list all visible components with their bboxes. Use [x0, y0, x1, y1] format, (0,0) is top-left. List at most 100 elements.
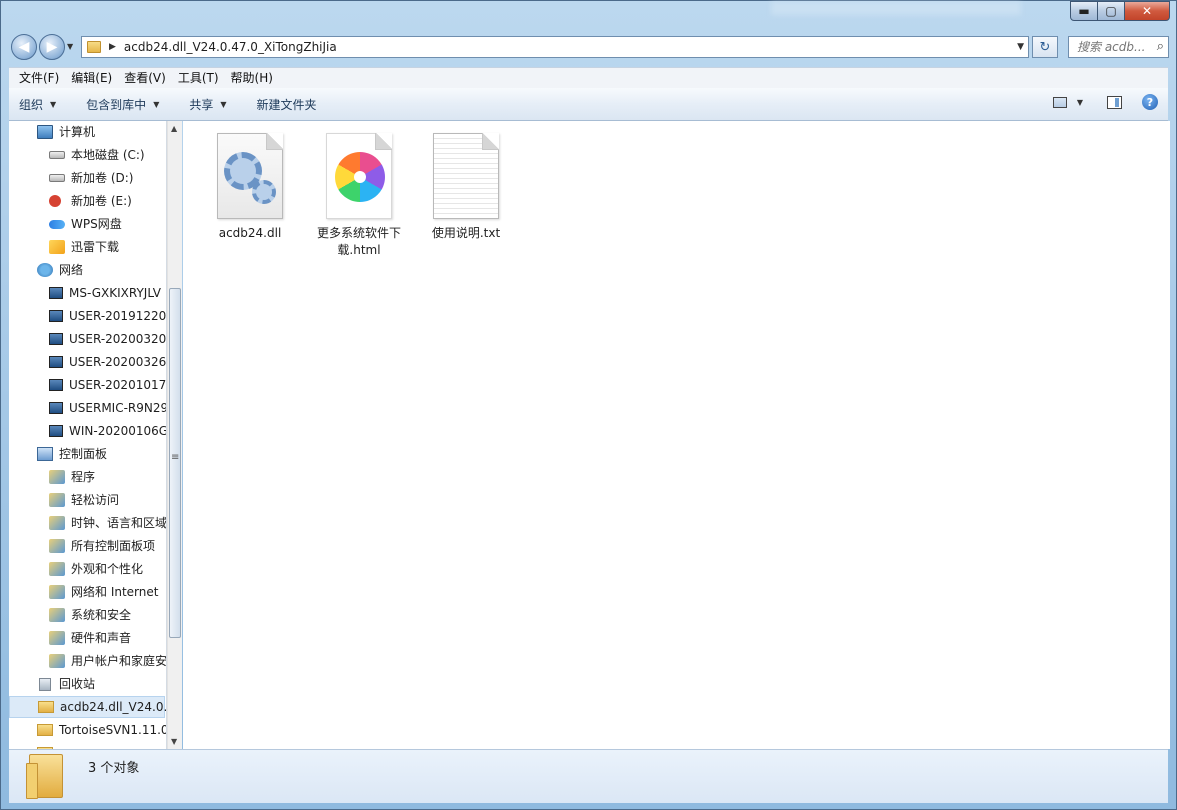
- folder-icon: [26, 754, 63, 799]
- back-button[interactable]: ◀: [11, 34, 37, 60]
- nav-item-programs[interactable]: 程序: [49, 466, 95, 488]
- nav-item-pc[interactable]: USER-20191220I: [49, 305, 166, 327]
- title-bar-blur: [771, 1, 1021, 15]
- window-controls: ▬ ▢ ✕: [1070, 1, 1170, 21]
- breadcrumb-arrow-icon[interactable]: ▶: [109, 42, 116, 52]
- cloud-icon: [49, 219, 65, 229]
- pc-icon: [49, 425, 63, 437]
- forward-button[interactable]: ▶: [39, 34, 65, 60]
- nav-item-thunder-downloads[interactable]: 迅雷下载: [49, 236, 119, 258]
- nav-item-drive-c[interactable]: 本地磁盘 (C:): [49, 144, 145, 166]
- change-view-icon[interactable]: [1052, 96, 1067, 108]
- nav-item-pc[interactable]: USER-20201017I: [49, 374, 166, 396]
- network-icon: [37, 263, 53, 277]
- nav-item-all-control-panel[interactable]: 所有控制面板项: [49, 535, 155, 557]
- computer-icon: [37, 125, 53, 139]
- maximize-button[interactable]: ▢: [1097, 1, 1125, 21]
- details-pane: 3 个对象: [9, 749, 1168, 803]
- address-path[interactable]: acdb24.dll_V24.0.47.0_XiTongZhiJia: [124, 40, 337, 54]
- nav-item-hardware-sound[interactable]: 硬件和声音: [49, 627, 131, 649]
- preview-pane-icon[interactable]: [1107, 95, 1122, 109]
- nav-item-label: 用户帐户和家庭安: [71, 654, 167, 668]
- share-label: 共享: [189, 97, 214, 112]
- nav-item-label: 时钟、语言和区域: [71, 516, 167, 530]
- file-item-txt[interactable]: 使用说明.txt: [416, 133, 516, 242]
- file-item-html[interactable]: 更多系统软件下载.html: [309, 133, 409, 259]
- nav-item-network-internet[interactable]: 网络和 Internet: [49, 581, 158, 603]
- nav-item-current-folder[interactable]: acdb24.dll_V24.0.4: [9, 696, 167, 718]
- nav-item-computer[interactable]: 计算机: [37, 121, 95, 143]
- file-item-dll[interactable]: acdb24.dll: [200, 133, 300, 242]
- control-panel-icon: [37, 447, 53, 461]
- organize-label: 组织: [19, 97, 44, 112]
- address-bar[interactable]: ▶ acdb24.dll_V24.0.47.0_XiTongZhiJia ▼: [81, 36, 1029, 58]
- nav-item-drive-e[interactable]: 新加卷 (E:): [49, 190, 132, 212]
- organize-button[interactable]: 组织 ▼: [19, 96, 56, 113]
- file-name: 更多系统软件下载.html: [316, 226, 401, 257]
- nav-item-ease-of-access[interactable]: 轻松访问: [49, 489, 119, 511]
- help-icon[interactable]: ?: [1142, 94, 1158, 110]
- navigation-row: ◀ ▶ ▼ ▶ acdb24.dll_V24.0.47.0_XiTongZhiJ…: [9, 33, 1169, 61]
- hardware-sound-icon: [49, 631, 65, 645]
- search-input[interactable]: [1075, 39, 1153, 55]
- gear-icon: [252, 180, 276, 204]
- nav-item-label: 外观和个性化: [71, 562, 144, 576]
- drive-icon: [49, 174, 65, 182]
- nav-item-pc[interactable]: USER-20200320: [49, 328, 166, 350]
- recent-pages-dropdown-icon[interactable]: ▼: [67, 42, 73, 51]
- nav-item-label: USER-20200320: [69, 332, 167, 346]
- menu-view[interactable]: 查看(V): [118, 68, 172, 89]
- menu-edit[interactable]: 编辑(E): [65, 68, 118, 89]
- navigation-scrollbar[interactable]: ▲ ▼: [167, 121, 182, 749]
- new-folder-button[interactable]: 新建文件夹: [257, 96, 317, 113]
- file-name: 使用说明.txt: [431, 226, 501, 240]
- chevron-down-icon: ▼: [50, 99, 57, 109]
- nav-item-folder-partial[interactable]: [37, 742, 59, 749]
- nav-item-pc[interactable]: USER-20200326: [49, 351, 166, 373]
- recycle-bin-icon: [39, 677, 51, 691]
- nav-item-pc[interactable]: USERMIC-R9N29: [49, 397, 166, 419]
- network-internet-icon: [49, 585, 65, 599]
- ease-of-access-icon: [49, 493, 65, 507]
- pc-icon: [49, 379, 63, 391]
- nav-item-pc[interactable]: MS-GXKIXRYJLV: [49, 282, 161, 304]
- search-box[interactable]: ⌕: [1068, 36, 1169, 58]
- nav-item-label: 新加卷 (D:): [71, 171, 134, 185]
- nav-item-recycle-bin[interactable]: 回收站: [37, 673, 95, 695]
- pc-icon: [49, 402, 63, 414]
- nav-item-tortoisesvn[interactable]: TortoiseSVN1.11.0: [37, 719, 166, 741]
- html-file-icon: [326, 133, 392, 219]
- menu-tools[interactable]: 工具(T): [172, 68, 225, 89]
- scrollbar-thumb[interactable]: [169, 288, 181, 638]
- minimize-button[interactable]: ▬: [1070, 1, 1098, 21]
- close-button[interactable]: ✕: [1124, 1, 1170, 21]
- nav-item-pc[interactable]: WIN-20200106G: [49, 420, 166, 442]
- folder-icon: [87, 41, 101, 53]
- nav-item-wps-cloud[interactable]: WPS网盘: [49, 213, 122, 235]
- share-button[interactable]: 共享 ▼: [189, 96, 226, 113]
- file-list-pane[interactable]: acdb24.dll 更多系统软件下载.html 使用说明.txt: [183, 121, 1170, 749]
- nav-item-system-security[interactable]: 系统和安全: [49, 604, 131, 626]
- nav-item-appearance[interactable]: 外观和个性化: [49, 558, 143, 580]
- include-in-library-button[interactable]: 包含到库中 ▼: [86, 96, 159, 113]
- nav-item-label: 计算机: [59, 125, 96, 139]
- dll-file-icon: [217, 133, 283, 219]
- view-options-dropdown-icon[interactable]: ▼: [1077, 98, 1083, 107]
- command-bar: 组织 ▼ 包含到库中 ▼ 共享 ▼ 新建文件夹 ▼ ?: [9, 88, 1168, 121]
- nav-item-control-panel[interactable]: 控制面板: [37, 443, 107, 465]
- scroll-up-icon[interactable]: ▲: [171, 124, 177, 133]
- nav-item-label: acdb24.dll_V24.0.4: [60, 700, 167, 714]
- nav-item-network[interactable]: 网络: [37, 259, 83, 281]
- nav-item-clock-language[interactable]: 时钟、语言和区域: [49, 512, 167, 534]
- scroll-down-icon[interactable]: ▼: [171, 737, 177, 746]
- menu-help[interactable]: 帮助(H): [225, 68, 279, 89]
- address-dropdown-icon[interactable]: ▼: [1017, 42, 1024, 52]
- menu-file[interactable]: 文件(F): [13, 68, 65, 89]
- include-in-library-label: 包含到库中: [86, 97, 147, 112]
- nav-item-user-accounts[interactable]: 用户帐户和家庭安: [49, 650, 167, 672]
- nav-item-drive-d[interactable]: 新加卷 (D:): [49, 167, 133, 189]
- search-icon[interactable]: ⌕: [1157, 39, 1164, 54]
- text-file-icon: [433, 133, 499, 219]
- pc-icon: [49, 310, 63, 322]
- refresh-button[interactable]: ↻: [1032, 36, 1058, 58]
